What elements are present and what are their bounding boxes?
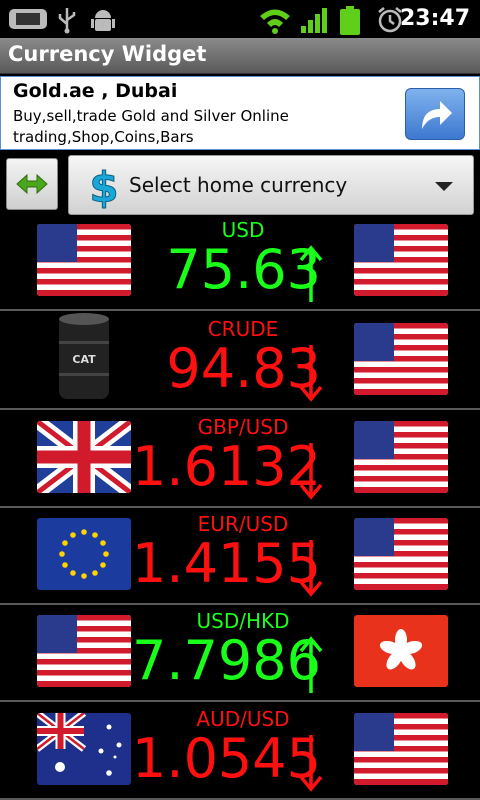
us-flag-icon <box>354 224 448 296</box>
arrow-down-icon <box>299 443 323 500</box>
app-title: Currency Widget <box>8 42 207 66</box>
rate-value: 94.83 <box>166 337 321 400</box>
rate-row[interactable]: USD 75.63 <box>0 218 480 311</box>
hk-flag-icon <box>354 615 448 687</box>
signal-icon <box>301 8 327 33</box>
swap-currency-button[interactable] <box>6 158 58 210</box>
us-flag-icon <box>354 713 448 785</box>
arrow-down-icon <box>299 345 323 402</box>
svg-text:CAT: CAT <box>72 353 96 366</box>
rate-row[interactable]: GBP/USD 1.6132 <box>0 411 480 508</box>
us-flag-icon <box>37 224 131 296</box>
eu-flag-icon <box>37 518 131 590</box>
select-label: Select home currency <box>129 173 348 197</box>
title-bar: Currency Widget <box>0 38 480 74</box>
controls: $ Select home currency <box>0 154 480 218</box>
arrow-down-icon <box>299 540 323 597</box>
arrow-up-icon <box>299 245 323 302</box>
chevron-down-icon <box>435 182 453 191</box>
battery-icon <box>340 6 360 35</box>
rate-value: 7.7986 <box>132 629 321 692</box>
usb-icon <box>58 8 76 34</box>
home-currency-select[interactable]: $ Select home currency <box>68 155 474 215</box>
status-time: 23:47 <box>399 6 470 31</box>
rate-value: 1.0545 <box>132 727 321 790</box>
arrow-down-icon <box>299 735 323 792</box>
ad-text: Buy,sell,trade Gold and Silver Online tr… <box>13 107 289 146</box>
rate-row[interactable]: USD/HKD 7.7986 <box>0 605 480 702</box>
share-arrow-icon <box>422 101 452 129</box>
arrow-up-icon <box>299 636 323 693</box>
ad-banner[interactable]: Gold.ae , Dubai Buy,sell,trade Gold and … <box>0 76 480 150</box>
us-flag-icon <box>37 615 131 687</box>
us-flag-icon <box>354 323 448 395</box>
rate-row[interactable]: AUD/USD 1.0545 <box>0 703 480 800</box>
status-bar: 23:47 <box>0 0 480 38</box>
au-flag-icon <box>37 713 131 785</box>
svg-text:$: $ <box>89 163 118 210</box>
ad-open-button[interactable] <box>405 88 465 140</box>
rates-list: USD 75.63 CAT CRUDE 94.83 GBP/USD 1.6132… <box>0 218 480 800</box>
oil-barrel-icon: CAT <box>37 313 131 399</box>
rate-value: 1.4155 <box>132 532 321 595</box>
rate-value: 1.6132 <box>132 435 321 498</box>
dollar-icon: $ <box>89 163 119 211</box>
rate-value: 75.63 <box>166 238 321 301</box>
us-flag-icon <box>354 421 448 493</box>
wifi-icon <box>260 9 290 34</box>
uk-flag-icon <box>37 421 131 493</box>
rate-row[interactable]: CAT CRUDE 94.83 <box>0 313 480 410</box>
us-flag-icon <box>354 518 448 590</box>
screen-icon <box>9 9 47 29</box>
ad-title: Gold.ae , Dubai <box>13 80 178 102</box>
rate-row[interactable]: EUR/USD 1.4155 <box>0 508 480 605</box>
swap-arrows-icon <box>16 173 48 195</box>
android-debug-icon <box>91 10 115 31</box>
